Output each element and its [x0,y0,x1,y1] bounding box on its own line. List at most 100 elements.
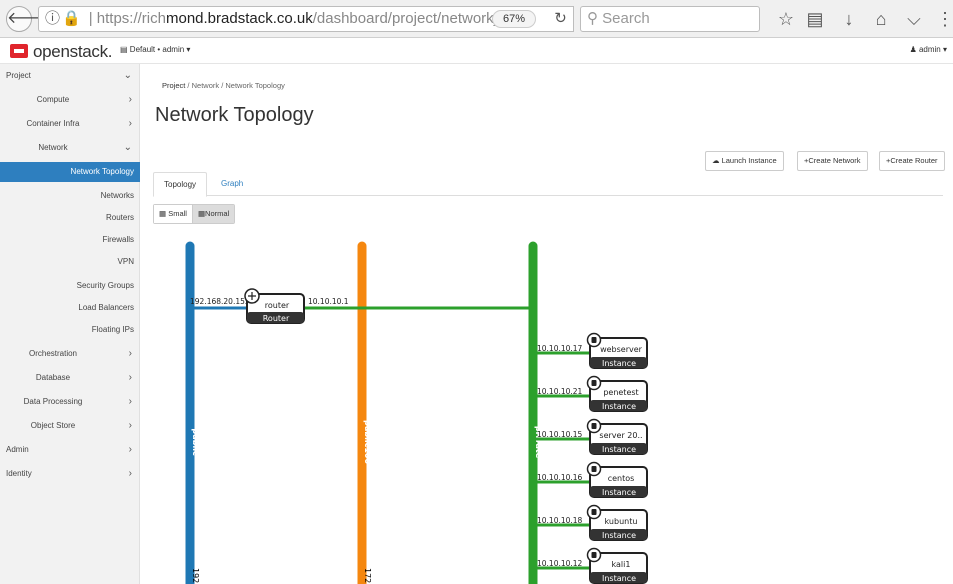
sidebar-item-vpn[interactable]: VPN [0,252,140,272]
reader-icon[interactable]: ▤ [804,8,826,30]
sidebar-item-label: Network [38,143,68,152]
sidebar-item-database[interactable]: Database › [0,368,140,388]
sidebar-item-container-infra[interactable]: Container Infra › [0,114,140,134]
search-input[interactable]: ⚲ Search [580,6,760,32]
instance-icon-glyph [591,423,597,429]
grid-small-icon: ▦ [159,209,167,218]
breadcrumb-network[interactable]: Network [192,81,220,90]
lock-warning-icon[interactable]: 🔒 [62,10,81,27]
create-router-label: Create Router [890,156,938,165]
sidebar-item-identity[interactable]: Identity › [0,464,140,484]
instance-type: Instance [602,359,636,368]
sidebar-item-label: VPN [117,257,134,266]
sidebar-item-security-groups[interactable]: Security Groups [0,276,140,296]
launch-instance-label: Launch Instance [721,156,777,165]
url-separator: | [88,10,97,27]
sidebar-item-label: Security Groups [76,281,134,290]
sidebar-item-label: Network Topology [70,167,134,176]
instance-name: kubuntu [605,517,638,526]
sidebar-item-label: Identity [6,469,32,478]
sidebar-item-project[interactable]: Project ⌄ [0,66,140,86]
page-title: Network Topology [155,104,314,126]
instance-ip: 10.10.10.18 [537,516,583,525]
home-icon[interactable]: ⌂ [870,8,892,30]
url-path: /dashboard/project/network_t [312,10,507,27]
info-icon[interactable]: ⓘ [45,10,60,27]
sidebar: Project ⌄ Compute › Container Infra › Network ⌄… [0,64,140,584]
project-selector[interactable]: ▤ Default • admin ▾ [120,45,190,54]
sidebar-item-networks[interactable]: Networks [0,186,140,206]
network-label-public: public [191,428,200,456]
grid-normal-icon: ▦ [197,209,206,218]
sidebar-item-data-processing[interactable]: Data Processing › [0,392,140,412]
sidebar-item-floating-ips[interactable]: Floating IPs [0,320,140,340]
instance-ip: 10.10.10.12 [537,559,583,568]
sidebar-item-object-store[interactable]: Object Store › [0,416,140,436]
instance-icon-glyph [591,509,597,515]
instance-icon-glyph [591,552,597,558]
breadcrumb-current: Network Topology [225,81,285,90]
chevron-down-icon: ⌄ [123,70,132,81]
instance-ip: 10.10.10.16 [537,473,583,482]
user-icon: ♟ [909,45,917,54]
sidebar-item-label: Floating IPs [91,325,134,334]
address-bar[interactable]: ⓘ 🔒 | https://richmond.bradstack.co.uk/das… [38,6,558,32]
sidebar-item-network[interactable]: Network ⌄ [0,138,140,158]
sidebar-item-load-balancers[interactable]: Load Balancers [0,298,140,318]
topology-canvas[interactable]: public192public100172private192.168.20.1… [141,224,953,584]
sidebar-item-label: Compute [36,95,70,104]
instance-name: webserver [600,345,643,354]
sidebar-item-label: Database [35,373,71,382]
chevron-down-icon: ⌄ [123,142,132,153]
instance-name: server 20.. [599,431,642,440]
create-network-button[interactable]: +Create Network [797,151,868,171]
sidebar-item-orchestration[interactable]: Orchestration › [0,344,140,364]
sidebar-item-routers[interactable]: Routers [0,208,140,228]
download-icon[interactable]: ↓ [838,8,860,30]
size-normal-button[interactable]: ▦Normal [191,205,235,223]
menu-icon[interactable]: ⋮ [934,8,953,30]
user-menu[interactable]: ♟ admin ▾ [910,45,947,54]
back-arrow-icon[interactable]: 🡐 [6,6,50,32]
create-router-button[interactable]: +Create Router [879,151,945,171]
instance-name: kali1 [612,560,631,569]
chevron-right-icon: › [128,444,132,455]
sidebar-item-label: Project [6,71,31,80]
url-prefix: https://rich [96,10,166,27]
project-selector-label: Default • admin ▾ [129,45,191,54]
openstack-logo[interactable]: openstack. [10,42,113,62]
instance-name: centos [608,474,635,483]
sidebar-item-compute[interactable]: Compute › [0,90,140,110]
router-ip-private: 10.10.10.1 [308,297,349,306]
router-ip-public: 192.168.20.155 [190,297,250,306]
zoom-indicator[interactable]: 67% [492,10,536,28]
tab-topology[interactable]: Topology [153,172,208,197]
sidebar-item-label: Networks [100,191,134,200]
star-icon[interactable]: ☆ [775,8,797,30]
reload-icon[interactable]: ↻ [548,6,574,32]
pocket-icon[interactable]: ⌵ [903,8,925,30]
network-cidr-public100: 172 [363,568,372,583]
sidebar-item-network-topology[interactable]: Network Topology [0,162,140,182]
instance-icon-glyph [591,337,597,343]
sidebar-item-firewalls[interactable]: Firewalls [0,230,140,250]
openstack-logo-icon [10,44,28,58]
instance-ip: 10.10.10.15 [537,430,583,439]
breadcrumb: Project / Network / Network Topology [162,81,285,90]
launch-instance-button[interactable]: ☁ Launch Instance [705,151,784,171]
create-network-label: Create Network [808,156,861,165]
tab-graph[interactable]: Graph [211,172,253,197]
size-small-button[interactable]: ▦ Small [154,205,192,223]
chevron-right-icon: › [128,468,132,479]
sidebar-item-admin[interactable]: Admin › [0,440,140,460]
project-icon: ▤ [120,45,128,54]
router-name: router [265,301,290,310]
sidebar-item-label: Admin [6,445,29,454]
network-cidr-public: 192 [191,568,200,583]
router-type: Router [263,314,290,323]
sidebar-item-label: Orchestration [28,349,78,358]
breadcrumb-project[interactable]: Project [162,81,185,90]
instance-ip: 10.10.10.21 [537,387,583,396]
sidebar-item-label: Container Infra [26,119,80,128]
instance-type: Instance [602,531,636,540]
